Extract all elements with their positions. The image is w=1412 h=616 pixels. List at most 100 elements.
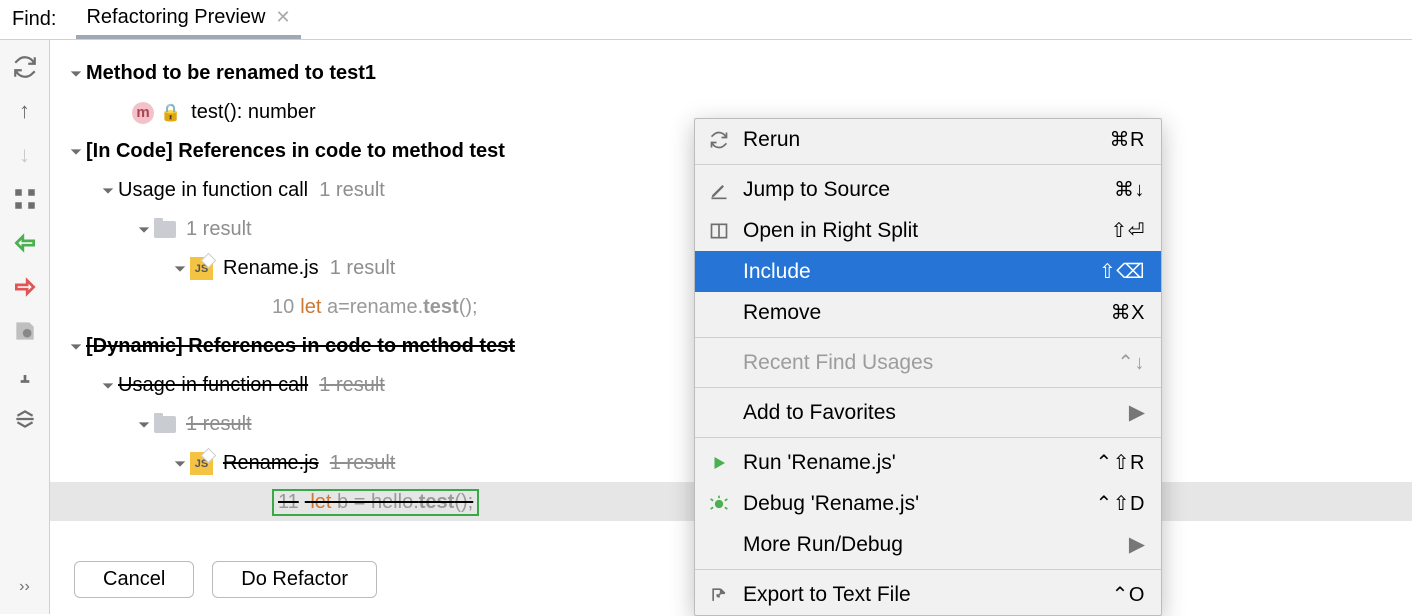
menu-shortcut: ⌃⇧R <box>1096 450 1145 475</box>
excluded-code-box: 11 let b = hello.test(); <box>272 489 479 516</box>
chevron-down-icon[interactable] <box>134 418 154 432</box>
menu-rerun[interactable]: Rerun ⌘R <box>695 119 1161 160</box>
menu-label: Jump to Source <box>743 178 1102 202</box>
menu-shortcut: ⌘X <box>1111 300 1145 325</box>
menu-separator <box>695 387 1161 388</box>
menu-shortcut: ⌘R <box>1110 127 1145 152</box>
folder-count: 1 result <box>186 413 252 436</box>
chevron-down-icon[interactable] <box>66 340 86 354</box>
submenu-arrow-icon: ▶ <box>1129 400 1145 425</box>
method-signature: test(): number <box>191 101 315 124</box>
menu-label: Recent Find Usages <box>743 351 1105 375</box>
line-number: 10 <box>272 296 294 319</box>
find-header: Find: Refactoring Preview ✕ <box>0 0 1412 40</box>
preview-icon[interactable] <box>12 318 38 344</box>
info-icon[interactable] <box>12 362 38 388</box>
chevron-down-icon[interactable] <box>170 262 190 276</box>
menu-shortcut: ⌘↓ <box>1114 177 1145 202</box>
chevron-down-icon[interactable] <box>66 67 86 81</box>
menu-shortcut: ⇧⏎ <box>1110 218 1145 243</box>
menu-shortcut: ⇧⌫ <box>1099 259 1145 284</box>
menu-shortcut: ⌃O <box>1112 582 1145 607</box>
submenu-arrow-icon: ▶ <box>1129 532 1145 557</box>
menu-label: More Run/Debug <box>743 533 1117 557</box>
lhs: a <box>327 296 338 319</box>
menu-separator <box>695 437 1161 438</box>
usage-label: Usage in function call <box>118 179 308 202</box>
heading-text: Method to be renamed to test1 <box>86 62 376 85</box>
menu-separator <box>695 569 1161 570</box>
folder-count: 1 result <box>186 218 252 241</box>
menu-run[interactable]: Run 'Rename.js' ⌃⇧R <box>695 442 1161 483</box>
menu-debug[interactable]: Debug 'Rename.js' ⌃⇧D <box>695 483 1161 524</box>
menu-jump-to-source[interactable]: Jump to Source ⌘↓ <box>695 169 1161 210</box>
menu-recent-find-usages: Recent Find Usages ⌃↓ <box>695 342 1161 383</box>
menu-export-text-file[interactable]: Export to Text File ⌃O <box>695 574 1161 615</box>
arrow-up-icon[interactable]: ↑ <box>12 98 38 124</box>
find-label: Find: <box>0 8 76 31</box>
eq: = <box>338 296 350 319</box>
file-count: 1 result <box>330 257 396 280</box>
context-menu: Rerun ⌘R Jump to Source ⌘↓ Open in Right… <box>694 118 1162 616</box>
lock-icon: 🔒 <box>160 103 181 123</box>
line-number: 11 <box>278 491 299 513</box>
section-title: [Dynamic] References in code to method t… <box>86 335 515 358</box>
group-icon[interactable] <box>12 186 38 212</box>
folder-icon <box>154 416 176 433</box>
chevron-down-icon[interactable] <box>98 379 118 393</box>
js-file-icon: JS <box>190 452 213 475</box>
menu-label: Rerun <box>743 128 1098 152</box>
menu-shortcut: ⌃⇧D <box>1096 491 1145 516</box>
file-name: Rename.js <box>223 452 319 475</box>
menu-label: Run 'Rename.js' <box>743 451 1084 475</box>
chevron-down-icon[interactable] <box>170 457 190 471</box>
usage-count: 1 result <box>319 374 385 397</box>
chevron-down-icon[interactable] <box>98 184 118 198</box>
arrow-down-icon[interactable]: ↓ <box>12 142 38 168</box>
menu-separator <box>695 164 1161 165</box>
menu-open-right-split[interactable]: Open in Right Split ⇧⏎ <box>695 210 1161 251</box>
rerun-icon[interactable] <box>12 54 38 80</box>
menu-separator <box>695 337 1161 338</box>
do-refactor-button[interactable]: Do Refactor <box>212 561 377 598</box>
menu-include[interactable]: Include ⇧⌫ <box>695 251 1161 292</box>
folder-icon <box>154 221 176 238</box>
call: test <box>423 296 459 319</box>
close-icon[interactable]: ✕ <box>275 7 290 28</box>
pencil-icon <box>707 180 731 200</box>
kw: let <box>300 296 321 319</box>
section-title: [In Code] References in code to method t… <box>86 140 505 163</box>
menu-add-to-favorites[interactable]: Add to Favorites ▶ <box>695 392 1161 433</box>
tab-title: Refactoring Preview <box>86 6 265 29</box>
call: test <box>419 491 455 513</box>
diff-in-icon[interactable] <box>12 230 38 256</box>
tree-heading[interactable]: Method to be renamed to test1 <box>60 54 1412 93</box>
menu-shortcut: ⌃↓ <box>1117 350 1145 375</box>
tail: (); <box>459 296 478 319</box>
split-icon <box>707 221 731 241</box>
collapse-icon[interactable] <box>12 406 38 432</box>
js-file-icon: JS <box>190 257 213 280</box>
eq: = <box>348 491 371 513</box>
export-icon <box>707 585 731 605</box>
diff-out-icon[interactable] <box>12 274 38 300</box>
kw: let <box>310 491 331 513</box>
menu-label: Remove <box>743 301 1099 325</box>
menu-label: Debug 'Rename.js' <box>743 492 1084 516</box>
more-icon[interactable]: ›› <box>12 574 38 600</box>
sidebar-toolstrip: ↑ ↓ ›› <box>0 40 50 614</box>
tab-refactoring-preview[interactable]: Refactoring Preview ✕ <box>76 0 300 39</box>
menu-label: Include <box>743 260 1087 284</box>
menu-remove[interactable]: Remove ⌘X <box>695 292 1161 333</box>
play-icon <box>707 454 731 472</box>
menu-more-run-debug[interactable]: More Run/Debug ▶ <box>695 524 1161 565</box>
chevron-down-icon[interactable] <box>66 145 86 159</box>
menu-label: Open in Right Split <box>743 219 1098 243</box>
cancel-button[interactable]: Cancel <box>74 561 194 598</box>
tail: (); <box>454 491 473 513</box>
obj: hello. <box>371 491 419 513</box>
bug-icon <box>707 494 731 514</box>
chevron-down-icon[interactable] <box>134 223 154 237</box>
menu-label: Export to Text File <box>743 583 1100 607</box>
file-count: 1 result <box>330 452 396 475</box>
